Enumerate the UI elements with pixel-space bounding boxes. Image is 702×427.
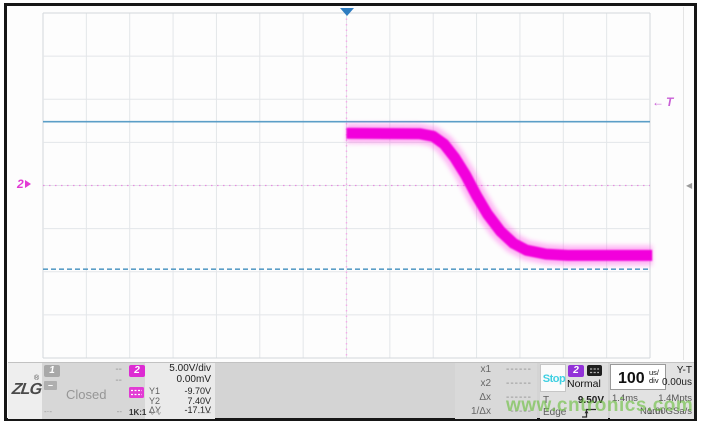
- ch2-coupling-glyphs: ∿∿: [148, 408, 162, 417]
- side-panel-divider: [683, 7, 684, 360]
- channel2-badge[interactable]: 2: [129, 365, 145, 377]
- trigger-mode-icon: [587, 365, 602, 376]
- ch2-scale: 5.00V/div: [169, 363, 211, 374]
- ch2-probe-ratio: 1K:1: [129, 408, 147, 417]
- channel1-info[interactable]: 1 -- -- – Closed -·- --: [42, 363, 128, 419]
- channel1-badge[interactable]: 1: [44, 365, 60, 377]
- x1-value: ------: [506, 364, 532, 375]
- trigger-sweep-mode[interactable]: Normal: [567, 379, 601, 390]
- y1-value: -9.70V: [184, 386, 211, 396]
- right-arrow-icon: [24, 180, 31, 188]
- panel-collapse-handle[interactable]: ◀: [686, 182, 692, 190]
- y2-label: Y2: [149, 395, 161, 406]
- y2-value: 7.40V: [187, 395, 211, 406]
- left-arrow-icon: ←: [652, 95, 664, 109]
- ch2-offset: 0.00mV: [176, 374, 211, 385]
- trigger-level-marker[interactable]: ← T: [652, 96, 673, 108]
- ch2-offset-marker[interactable]: 2: [17, 178, 31, 190]
- inv-delta-x-label: 1/Δx: [470, 406, 491, 417]
- y1-label: Y1: [149, 386, 161, 396]
- x2-value: ------: [506, 378, 532, 389]
- scope-display: [40, 12, 653, 359]
- channel2-info[interactable]: 2 5.00V/div 0.00mV Y1 -9.70V Y2 7.40V ΔY…: [128, 363, 215, 419]
- zlg-logo: ZLG ®: [8, 363, 42, 419]
- timebase-scale-box[interactable]: 100 us/div: [610, 364, 666, 390]
- trigger-delay: 0.00us: [661, 377, 692, 388]
- display-mode: Y-T: [676, 365, 692, 376]
- watermark: www.cntronics.com: [506, 395, 694, 416]
- oscilloscope-screenshot: 2 ← T ◀ ZLG ® 1 -- -- – Closed -·- -- 2 5…: [0, 0, 702, 427]
- ch1-scale: --: [115, 364, 122, 375]
- ch1-offset: --: [115, 375, 122, 386]
- x2-label: x2: [480, 378, 491, 389]
- trigger-position-marker-icon[interactable]: [340, 8, 354, 16]
- ch1-status: Closed: [66, 387, 107, 402]
- ch1-bottom-left: -·-: [44, 407, 52, 416]
- timebase-unit: us/div: [649, 368, 660, 385]
- y-cursor-icon: [129, 387, 144, 398]
- x1-label: x1: [480, 364, 491, 375]
- delta-x-label: Δx: [479, 392, 491, 403]
- run-stop-button[interactable]: Stop: [540, 364, 566, 392]
- timebase-scale: 100: [618, 370, 645, 387]
- ch2-waveform: [40, 123, 653, 266]
- trigger-source-badge[interactable]: 2: [568, 365, 584, 377]
- ch2-bottom-dashes: -----: [197, 408, 211, 417]
- run-state: Stop: [542, 373, 566, 385]
- ch1-bottom-right: --: [116, 407, 122, 416]
- ch1-minus-badge: –: [44, 381, 57, 390]
